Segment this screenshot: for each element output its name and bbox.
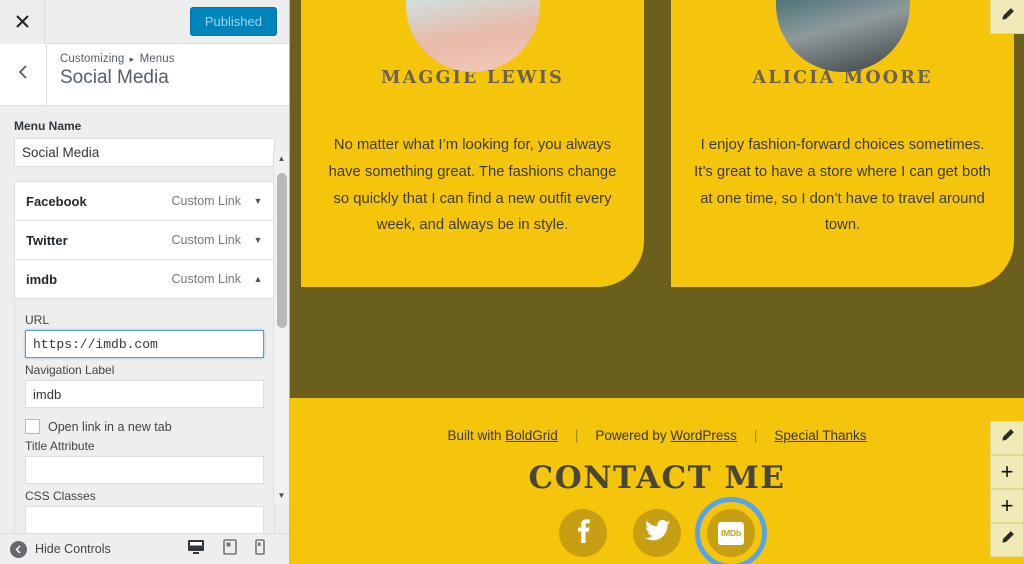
device-preview-group (187, 538, 279, 560)
credit-divider: | (753, 428, 758, 443)
chevron-up-icon[interactable]: ▲ (253, 274, 263, 284)
desktop-preview-icon[interactable] (187, 539, 205, 560)
menu-item-label: Twitter (26, 232, 68, 248)
css-classes-input[interactable] (25, 506, 264, 533)
breadcrumb-section: Menus (139, 53, 175, 65)
twitter-icon (644, 520, 670, 546)
menu-name-label: Menu Name (14, 119, 82, 133)
customizer-sidebar: Published Customizing ▸ Menus Social Med… (0, 0, 290, 564)
title-attribute-label: Title Attribute (25, 439, 95, 453)
credit-wordpress: Powered by WordPress (595, 428, 737, 443)
add-section-button-1[interactable]: + (990, 455, 1024, 489)
testimonial-quote: I enjoy fashion-forward choices sometime… (694, 137, 991, 234)
site-preview: MAGGIE LEWIS No matter what I’m looking … (290, 0, 1024, 564)
hide-controls-button[interactable]: Hide Controls (10, 540, 111, 558)
close-customizer-button[interactable] (0, 0, 45, 44)
contact-heading: CONTACT ME (528, 460, 786, 496)
pencil-icon (1000, 530, 1015, 550)
edit-pencil-top-button[interactable] (990, 0, 1024, 34)
credit-prefix: Powered by (595, 428, 671, 443)
panel-header-text: Customizing ▸ Menus Social Media (47, 44, 175, 105)
url-label: URL (25, 313, 50, 327)
menu-item-label: imdb (26, 271, 58, 287)
footer-credits: Built with BoldGrid | Powered by WordPre… (290, 398, 1024, 443)
imdb-icon: IMDb (718, 521, 744, 545)
scrollbar-thumb[interactable] (277, 173, 287, 328)
facebook-icon (577, 518, 590, 548)
breadcrumb: Customizing ▸ Menus (60, 53, 175, 65)
menu-item-facebook[interactable]: Facebook Custom Link ▼ (15, 182, 274, 221)
new-tab-label: Open link in a new tab (48, 419, 172, 434)
social-link-facebook[interactable] (559, 509, 607, 557)
new-tab-checkbox[interactable] (25, 419, 40, 434)
chevron-down-icon[interactable]: ▼ (253, 235, 263, 245)
scroll-up-arrow-icon[interactable]: ▲ (274, 151, 289, 165)
sidebar-scrollbar[interactable]: ▲ ▼ (273, 151, 289, 502)
pencil-icon (1000, 428, 1015, 448)
sidebar-footer: Hide Controls (0, 533, 289, 564)
menu-items-list: Facebook Custom Link ▼ Twitter Custom Li… (14, 181, 275, 533)
publish-button[interactable]: Published (189, 6, 277, 37)
sidebar-body: Menu Name Facebook Custom Link ▼ Twitter… (0, 106, 289, 533)
navigation-label-label: Navigation Label (25, 363, 115, 377)
menu-item-imdb[interactable]: imdb Custom Link ▲ (15, 260, 274, 299)
url-input[interactable] (25, 330, 264, 358)
close-icon (15, 14, 30, 29)
menu-item-type: Custom Link (171, 272, 241, 286)
credit-prefix: Built with (447, 428, 506, 443)
boldgrid-link[interactable]: BoldGrid (505, 428, 558, 443)
page-title: Social Media (60, 67, 169, 88)
social-links: IMDb (290, 497, 1024, 564)
edit-pencil-button-1[interactable] (990, 421, 1024, 455)
chevron-down-icon[interactable]: ▼ (253, 196, 263, 206)
css-classes-label: CSS Classes (25, 489, 96, 503)
avatar (775, 0, 910, 72)
add-section-button-2[interactable]: + (990, 489, 1024, 523)
social-link-imdb[interactable]: IMDb (695, 497, 767, 564)
pencil-icon (1000, 7, 1015, 27)
breadcrumb-separator-icon: ▸ (129, 54, 135, 64)
mobile-preview-icon[interactable] (255, 538, 265, 560)
edit-pencil-button-2[interactable] (990, 523, 1024, 557)
chevron-left-icon (17, 64, 29, 85)
social-link-twitter[interactable] (633, 509, 681, 557)
site-footer: Built with BoldGrid | Powered by WordPre… (290, 398, 1024, 564)
tablet-preview-icon[interactable] (223, 538, 237, 560)
sidebar-topbar: Published (0, 0, 289, 44)
testimonial-card: ALICIA MOORE I enjoy fashion-forward cho… (671, 0, 1014, 287)
testimonials-section: MAGGIE LEWIS No matter what I’m looking … (290, 0, 1024, 287)
testimonial-quote: No matter what I’m looking for, you alwa… (328, 137, 617, 234)
customizer-app: Published Customizing ▸ Menus Social Med… (0, 0, 1024, 564)
special-thanks-link[interactable]: Special Thanks (774, 428, 866, 443)
navigation-label-input[interactable] (25, 380, 264, 408)
new-tab-row[interactable]: Open link in a new tab (25, 419, 264, 434)
title-attribute-input[interactable] (25, 456, 264, 484)
edit-button-stack: + + (990, 421, 1024, 557)
avatar (405, 0, 540, 72)
credit-divider: | (574, 428, 579, 443)
menu-name-input[interactable] (14, 138, 275, 167)
menu-item-twitter[interactable]: Twitter Custom Link ▼ (15, 221, 274, 260)
menu-item-type: Custom Link (171, 194, 241, 208)
scroll-down-arrow-icon[interactable]: ▼ (274, 488, 289, 502)
hide-controls-label: Hide Controls (35, 542, 111, 556)
collapse-arrow-icon (10, 540, 27, 558)
menu-item-edit-panel: URL Navigation Label Open link in a new … (15, 299, 274, 533)
wordpress-link[interactable]: WordPress (670, 428, 737, 443)
breadcrumb-root: Customizing (60, 53, 125, 65)
credit-boldgrid: Built with BoldGrid (448, 428, 558, 443)
menu-item-label: Facebook (26, 193, 87, 209)
plus-icon: + (1000, 459, 1014, 484)
testimonial-card: MAGGIE LEWIS No matter what I’m looking … (301, 0, 644, 287)
plus-icon: + (1000, 493, 1014, 518)
back-button[interactable] (0, 44, 47, 105)
menu-item-type: Custom Link (171, 233, 241, 247)
sidebar-panel-header: Customizing ▸ Menus Social Media (0, 44, 289, 106)
